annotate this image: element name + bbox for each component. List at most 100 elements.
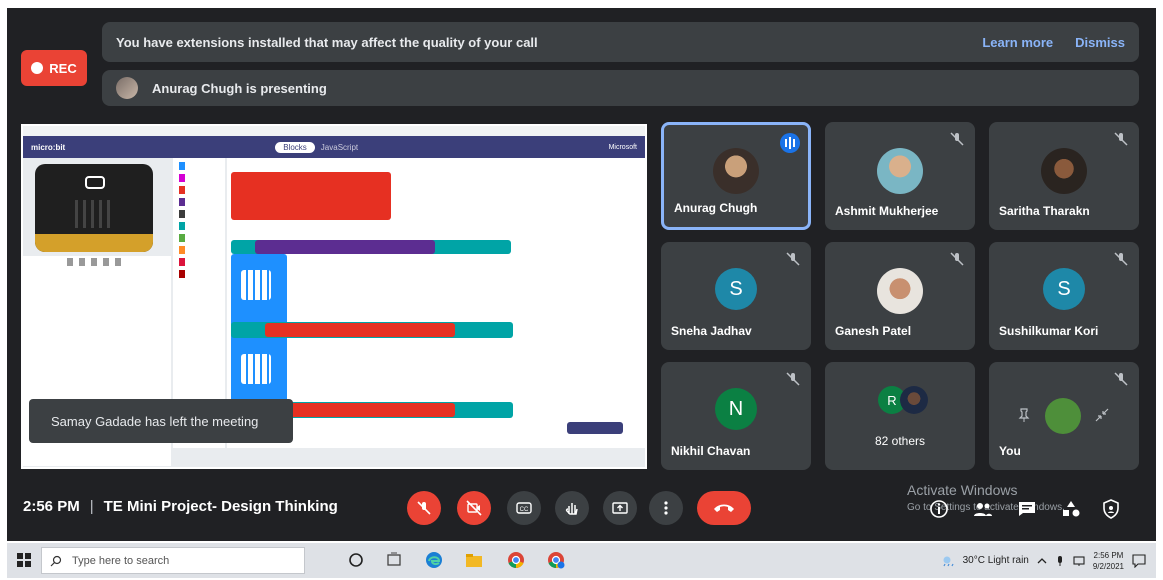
avatar (877, 148, 923, 194)
chevron-up-icon[interactable] (1037, 556, 1047, 566)
participant-tile[interactable]: Ashmit Mukherjee (825, 122, 975, 230)
zoom-controls (567, 422, 623, 434)
raise-hand-button[interactable] (555, 491, 589, 525)
system-tray: 30°C Light rain 2:56 PM 9/2/2021 (941, 543, 1146, 578)
avatar (877, 268, 923, 314)
participant-name: Anurag Chugh (674, 201, 758, 215)
shared-blocks-tab: Blocks (275, 141, 315, 153)
participant-tile[interactable]: Ganesh Patel (825, 242, 975, 350)
weather-icon[interactable] (941, 554, 955, 568)
people-icon[interactable] (973, 499, 993, 519)
participant-tile[interactable]: S Sneha Jadhav (661, 242, 811, 350)
mic-toggle-button[interactable] (407, 491, 441, 525)
mic-off-icon (1114, 252, 1128, 266)
avatar: S (715, 268, 757, 310)
shared-ms: Microsoft (608, 143, 637, 151)
dismiss-link[interactable]: Dismiss (1075, 35, 1125, 50)
participant-tile[interactable]: N Nikhil Chavan (661, 362, 811, 470)
chat-icon[interactable] (1017, 499, 1037, 519)
participant-name: Ganesh Patel (835, 324, 912, 338)
svg-text:CC: CC (520, 507, 529, 513)
clock-time: 2:56 PM (1093, 550, 1124, 560)
mic-off-icon (786, 252, 800, 266)
mic-off-icon (417, 501, 431, 515)
presenting-text: Anurag Chugh is presenting (152, 80, 327, 96)
notifications-icon[interactable] (1132, 553, 1146, 568)
self-tile[interactable]: You (989, 362, 1139, 470)
present-icon (612, 502, 628, 514)
windows-taskbar: Type here to search 30°C Light rain 2:56… (7, 543, 1156, 578)
edge-icon[interactable] (425, 551, 443, 569)
more-options-button[interactable] (649, 491, 683, 525)
participant-name: Sushilkumar Kori (999, 324, 1099, 338)
participant-tile[interactable]: Saritha Tharakn (989, 122, 1139, 230)
left-meeting-toast: Samay Gadade has left the meeting (29, 399, 293, 443)
search-icon (50, 555, 62, 566)
minimize-icon[interactable] (1095, 408, 1109, 422)
end-call-button[interactable] (697, 491, 751, 525)
led-pattern (241, 270, 271, 300)
participant-name: You (999, 444, 1021, 458)
phone-hangup-icon (714, 504, 734, 512)
captions-button[interactable]: CC (507, 491, 541, 525)
avatar: N (715, 388, 757, 430)
task-view-icon[interactable] (385, 551, 403, 569)
toast-text: Samay Gadade has left the meeting (51, 413, 259, 429)
activities-icon[interactable] (1061, 499, 1081, 519)
presenting-bar: Anurag Chugh is presenting (102, 70, 1139, 106)
sim-controls (67, 258, 127, 266)
recording-badge: REC (21, 50, 87, 86)
code-block (255, 240, 435, 254)
shared-brand: micro:bit (31, 142, 66, 152)
participant-tile[interactable]: Anurag Chugh (661, 122, 811, 230)
learn-more-link[interactable]: Learn more (982, 35, 1053, 50)
code-block (265, 403, 455, 417)
meeting-info: 2:56 PM | TE Mini Project- Design Thinki… (23, 498, 338, 515)
pin-icon[interactable] (1017, 408, 1031, 422)
avatar (713, 148, 759, 194)
mic-off-icon (1114, 132, 1128, 146)
led-pattern (241, 354, 271, 384)
speaking-indicator-icon (780, 133, 800, 153)
meeting-separator: | (89, 498, 94, 515)
participant-name: Saritha Tharakn (999, 204, 1090, 218)
avatar: S (1043, 268, 1085, 310)
extensions-banner: You have extensions installed that may a… (102, 22, 1139, 62)
meeting-time: 2:56 PM (23, 498, 80, 515)
clock-date: 9/2/2021 (1092, 561, 1124, 571)
code-block (231, 172, 391, 220)
network-icon[interactable] (1073, 555, 1085, 567)
cortana-icon[interactable] (347, 551, 365, 569)
hand-icon (565, 503, 578, 515)
others-tile[interactable]: R 82 others (825, 362, 975, 470)
self-avatar (1045, 398, 1081, 434)
present-button[interactable] (603, 491, 637, 525)
file-explorer-icon[interactable] (465, 551, 483, 569)
camera-toggle-button[interactable] (457, 491, 491, 525)
mic-off-icon (950, 252, 964, 266)
taskbar-clock[interactable]: 2:56 PM 9/2/2021 (1093, 550, 1124, 572)
meeting-title: TE Mini Project- Design Thinking (103, 498, 338, 515)
windows-start-icon[interactable] (17, 553, 31, 567)
meet-window: You have extensions installed that may a… (7, 8, 1156, 541)
participant-tile[interactable]: S Sushilkumar Kori (989, 242, 1139, 350)
participant-name: Ashmit Mukherjee (835, 204, 939, 218)
others-count: 82 others (874, 434, 926, 448)
taskbar-search[interactable]: Type here to search (41, 547, 305, 574)
chrome-icon[interactable] (507, 551, 525, 569)
captions-icon: CC (516, 502, 532, 514)
microphone-icon[interactable] (1055, 555, 1065, 567)
shared-js-tab: JavaScript (320, 142, 359, 152)
avatar (1041, 148, 1087, 194)
weather-text[interactable]: 30°C Light rain (963, 555, 1029, 566)
banner-text: You have extensions installed that may a… (116, 34, 538, 50)
microbit-leds (75, 200, 111, 228)
activate-windows-title: Activate Windows (907, 482, 1018, 498)
shared-titlebar (23, 126, 645, 136)
host-controls-icon[interactable] (1101, 499, 1121, 519)
info-icon[interactable] (929, 499, 949, 519)
mic-off-icon (786, 372, 800, 386)
mic-off-icon (1114, 372, 1128, 386)
chrome-profile-icon[interactable] (547, 551, 565, 569)
code-block (265, 323, 455, 337)
